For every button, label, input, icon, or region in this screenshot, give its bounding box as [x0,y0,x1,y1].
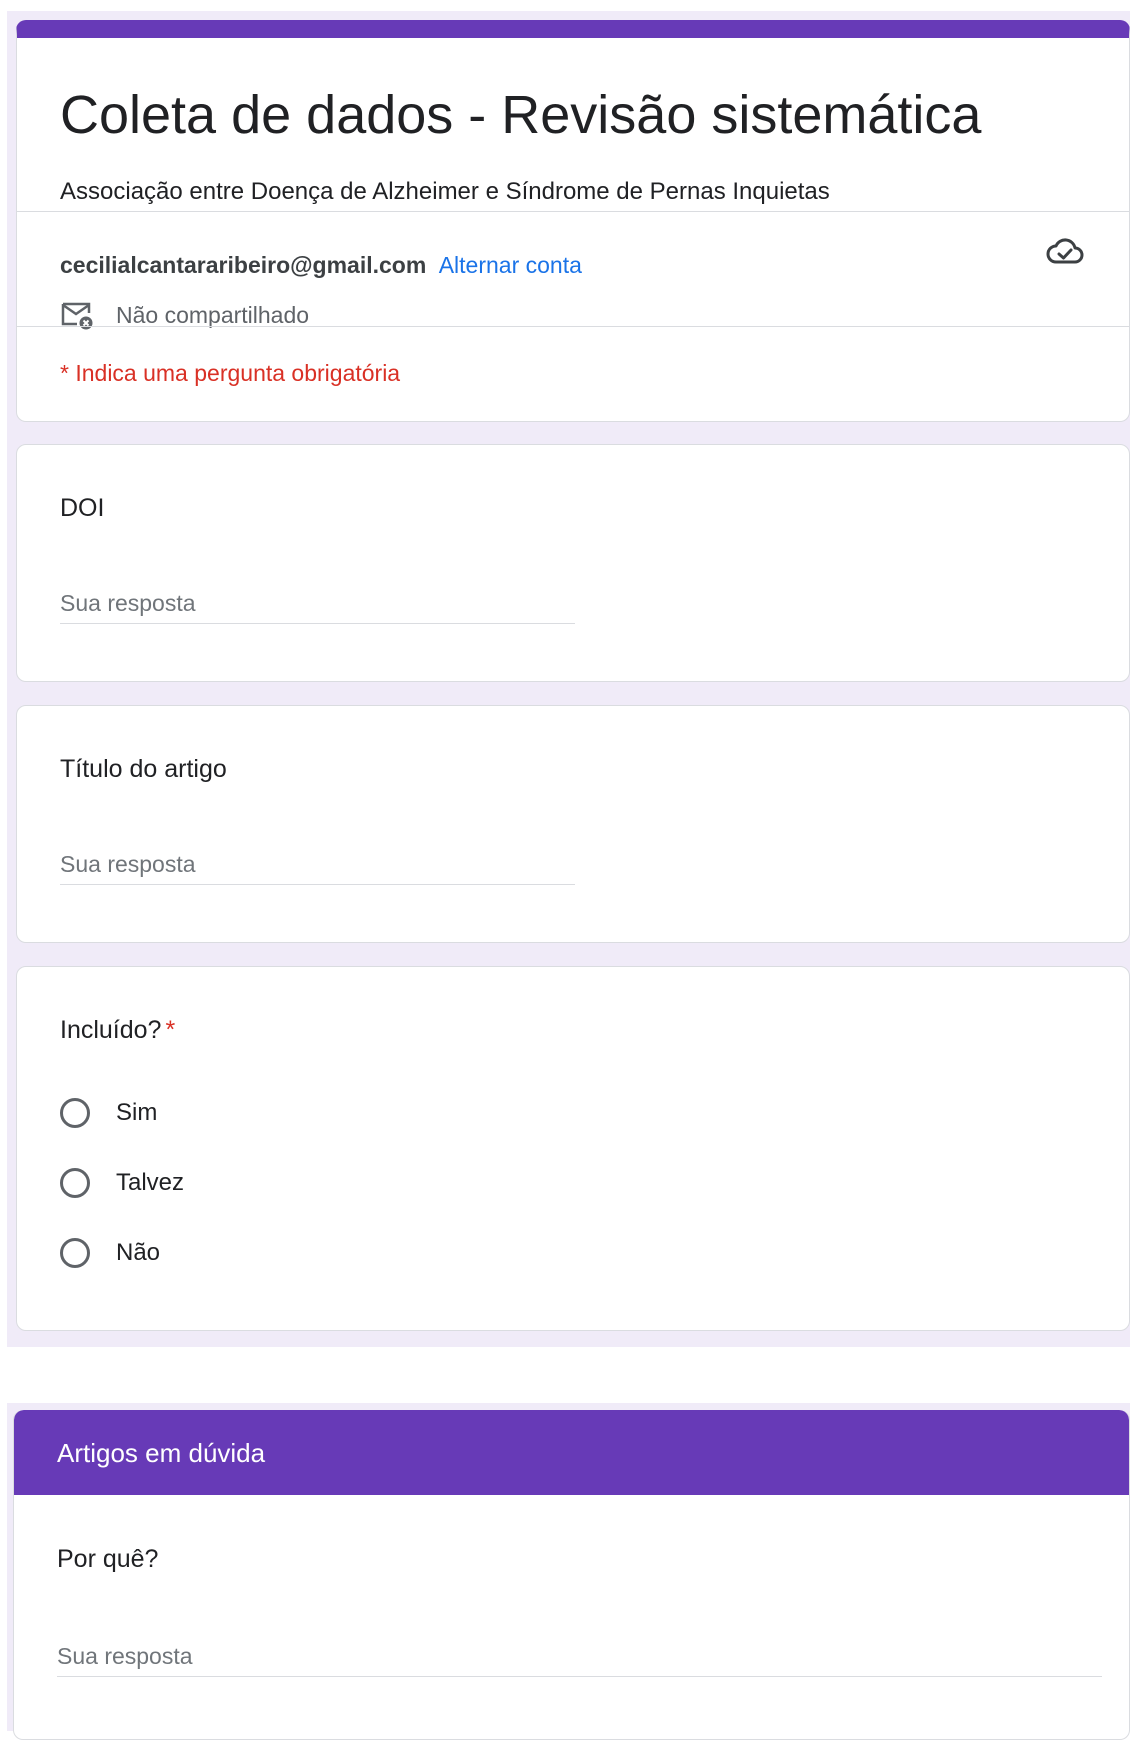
form-header-card: Coleta de dados - Revisão sistemática As… [16,20,1130,422]
section-header: Artigos em dúvida [14,1410,1129,1495]
section-card-doubt: Artigos em dúvida Por quê? [13,1410,1130,1740]
radio-option-label: Sim [116,1099,158,1126]
doi-answer-input[interactable] [60,583,575,624]
radio-button-circle[interactable] [60,1238,90,1268]
cloud-check-icon[interactable] [1045,235,1085,267]
question-title-doi: DOI [60,494,105,522]
radio-option-label: Não [116,1239,161,1266]
why-answer-input[interactable] [57,1636,1102,1677]
radio-option-label: Talvez [116,1169,185,1196]
account-email: cecilialcantararibeiro@gmail.com [60,252,427,278]
question-title-included: Incluído? * [60,1016,175,1045]
question-card-included: Incluído? * Sim Talvez Não [16,966,1130,1331]
header-divider-2 [17,326,1129,327]
article-title-answer-input[interactable] [60,844,575,885]
required-note: * Indica uma pergunta obrigatória [60,360,401,386]
account-line: cecilialcantararibeiro@gmail.com Alterna… [60,252,582,279]
question-title-article: Título do artigo [60,755,227,783]
radio-button-circle[interactable] [60,1168,90,1198]
radio-option-sim[interactable]: Sim [60,1098,157,1128]
header-divider [17,211,1129,212]
radio-option-nao[interactable]: Não [60,1238,160,1268]
radio-button-circle[interactable] [60,1098,90,1128]
form-title: Coleta de dados - Revisão sistemática [60,85,982,145]
question-title-included-text: Incluído? [60,1016,162,1044]
question-title-why: Por quê? [57,1545,159,1573]
form-description: Associação entre Doença de Alzheimer e S… [60,178,830,205]
radio-option-talvez[interactable]: Talvez [60,1168,184,1198]
switch-account-link[interactable]: Alternar conta [439,252,582,278]
question-card-doi: DOI [16,444,1130,682]
question-card-title: Título do artigo [16,705,1130,943]
share-status-text: Não compartilhado [116,301,310,328]
required-asterisk: * [165,1016,176,1044]
section-title: Artigos em dúvida [57,1438,266,1468]
